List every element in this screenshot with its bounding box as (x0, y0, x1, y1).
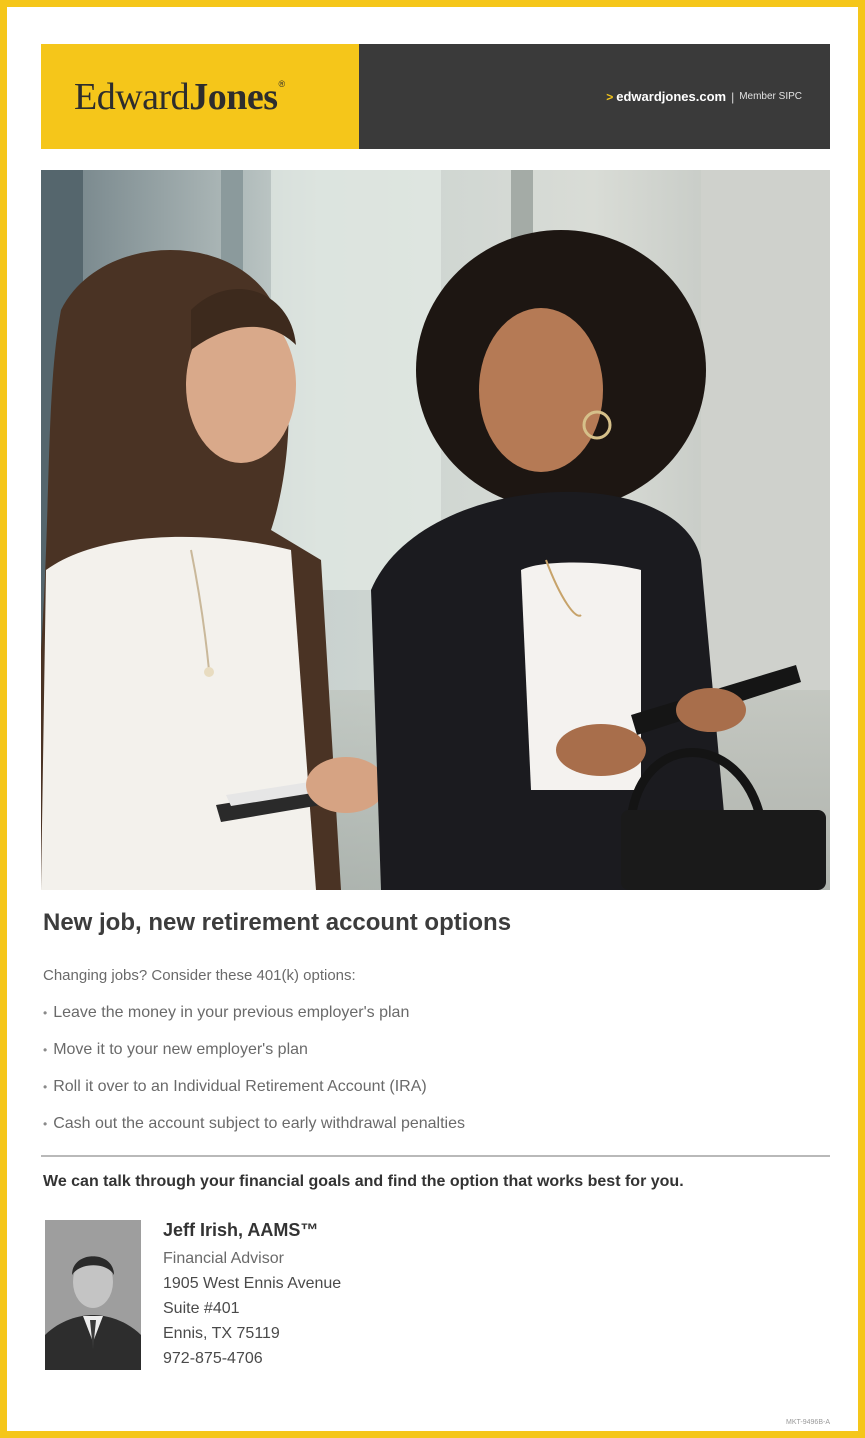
advisor-photo (45, 1220, 141, 1370)
website-link[interactable]: edwardjones.com (616, 89, 726, 104)
member-sipc-text: Member SIPC (739, 91, 802, 102)
advisor-name: Jeff Irish, AAMS™ (163, 1220, 319, 1240)
ad-code: MKT-9496B-A (786, 1419, 830, 1426)
edward-jones-logo[interactable]: EdwardJones® (74, 75, 285, 119)
headline: New job, new retirement account options (43, 909, 512, 936)
options-list: • Leave the money in your previous employ… (43, 999, 465, 1147)
list-item: • Roll it over to an Individual Retiremen… (43, 1073, 465, 1110)
registered-mark: ® (278, 78, 285, 89)
option-text: Leave the money in your previous employe… (53, 1004, 410, 1021)
bullet-icon: • (43, 1117, 48, 1131)
hero-illustration (41, 170, 830, 890)
bullet-icon: • (43, 1080, 48, 1094)
advisor-portrait (45, 1220, 141, 1370)
option-text: Roll it over to an Individual Retirement… (53, 1078, 427, 1095)
advisor-contact: Jeff Irish, AAMS™ Financial Advisor 1905… (163, 1220, 341, 1371)
advertisement: EdwardJones® > edwardjones.com | Member … (0, 0, 865, 1438)
arrow-icon: > (606, 89, 614, 104)
bullet-icon: • (43, 1043, 48, 1057)
option-text: Move it to your new employer's plan (53, 1041, 308, 1058)
brand-header: EdwardJones® > edwardjones.com | Member … (41, 44, 830, 149)
logo-panel: EdwardJones® (41, 44, 359, 149)
list-item: • Leave the money in your previous employ… (43, 999, 465, 1036)
advisor-phone[interactable]: 972-875-4706 (163, 1346, 341, 1371)
address-line-2: Suite #401 (163, 1300, 240, 1317)
header-separator: | (731, 89, 735, 104)
logo-word-jones: Jones (189, 75, 278, 118)
header-bar: > edwardjones.com | Member SIPC (359, 44, 830, 149)
divider (41, 1155, 830, 1157)
tagline: We can talk through your financial goals… (43, 1173, 684, 1190)
list-item: • Move it to your new employer's plan (43, 1036, 465, 1073)
list-item: • Cash out the account subject to early w… (43, 1110, 465, 1147)
address-line-1: 1905 West Ennis Avenue (163, 1275, 342, 1292)
intro-text: Changing jobs? Consider these 401(k) opt… (43, 967, 356, 984)
logo-word-edward: Edward (74, 75, 190, 118)
option-text: Cash out the account subject to early wi… (53, 1115, 465, 1132)
hero-photo (41, 170, 830, 890)
bullet-icon: • (43, 1006, 48, 1020)
address-city: Ennis, TX 75119 (163, 1325, 280, 1342)
advisor-title: Financial Advisor (163, 1250, 284, 1267)
